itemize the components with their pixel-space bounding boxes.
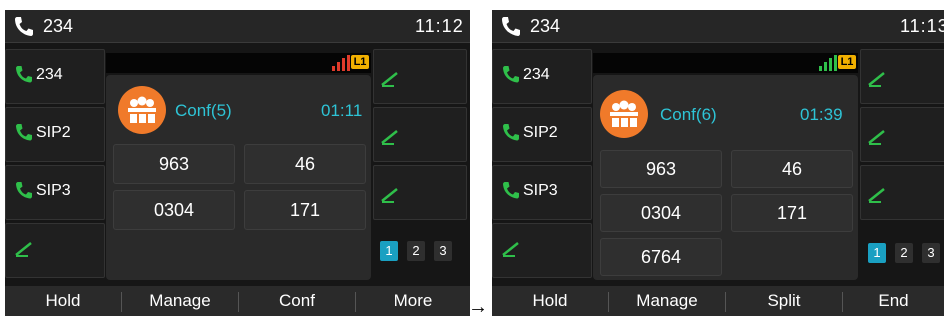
phone-icon (16, 182, 32, 199)
dss-key[interactable] (860, 107, 944, 162)
line-key-sip3[interactable]: SIP3 (5, 165, 105, 220)
participant[interactable]: 0304 (600, 194, 722, 232)
line-key-234[interactable]: 234 (492, 49, 592, 104)
signal-icon (332, 55, 350, 71)
call-timer: 01:11 (321, 101, 363, 120)
pencil-icon (868, 188, 885, 203)
pencil-icon (15, 242, 32, 257)
hold-softkey[interactable]: Hold (5, 286, 121, 316)
line-key-label: SIP3 (36, 182, 71, 199)
pencil-icon (381, 72, 398, 87)
page-3-button[interactable]: 3 (434, 241, 452, 261)
clock: 11:13 (900, 16, 944, 36)
signal-icon (819, 55, 837, 71)
phone-screen-before: 234 11:12 234 SIP2 SIP3 L1 Conf(5) 01:11… (5, 10, 470, 316)
pencil-icon (381, 130, 398, 145)
conference-icon (118, 86, 166, 134)
line-key-sip2[interactable]: SIP2 (5, 107, 105, 162)
page-1-button[interactable]: 1 (380, 241, 398, 261)
title-bar: 234 11:13 (492, 10, 944, 43)
line-key-234[interactable]: 234 (5, 49, 105, 104)
conf-softkey[interactable]: Conf (239, 286, 355, 316)
page-2-button[interactable]: 2 (895, 243, 913, 263)
line-key-sip3[interactable]: SIP3 (492, 165, 592, 220)
call-timer: 01:39 (800, 105, 843, 124)
pencil-icon (502, 242, 519, 257)
line-key-label: SIP3 (523, 182, 558, 199)
dss-key[interactable] (373, 107, 467, 162)
line-key-label: SIP2 (36, 124, 71, 141)
dss-key[interactable] (860, 165, 944, 220)
phone-icon (15, 17, 33, 36)
conference-title: Conf(6) (660, 105, 717, 124)
participant[interactable]: 0304 (113, 190, 235, 230)
line-key-empty[interactable] (492, 223, 592, 278)
line-key-label: 234 (36, 66, 63, 83)
page-2-button[interactable]: 2 (407, 241, 425, 261)
split-softkey[interactable]: Split (726, 286, 842, 316)
participant[interactable]: 46 (244, 144, 366, 184)
account-label: 234 (530, 16, 561, 36)
participant[interactable]: 6764 (600, 238, 722, 276)
page-3-button[interactable]: 3 (922, 243, 940, 263)
phone-icon (16, 66, 32, 83)
participant[interactable]: 963 (600, 150, 722, 188)
pencil-icon (868, 130, 885, 145)
participant[interactable]: 46 (731, 150, 853, 188)
clock: 11:12 (415, 16, 464, 36)
conference-icon (600, 90, 648, 138)
line-key-sip2[interactable]: SIP2 (492, 107, 592, 162)
account-badge: L1 (351, 55, 369, 69)
phone-icon (503, 66, 519, 83)
manage-softkey[interactable]: Manage (609, 286, 725, 316)
page-1-button[interactable]: 1 (868, 243, 886, 263)
participant[interactable]: 171 (731, 194, 853, 232)
account-label: 234 (43, 16, 74, 36)
more-softkey[interactable]: More (356, 286, 470, 316)
phone-icon (503, 182, 519, 199)
phone-icon (16, 124, 32, 141)
hold-softkey[interactable]: Hold (492, 286, 608, 316)
conference-title: Conf(5) (175, 101, 232, 120)
pencil-icon (381, 188, 398, 203)
account-badge: L1 (838, 55, 856, 69)
line-key-label: 234 (523, 66, 550, 83)
line-key-label: SIP2 (523, 124, 558, 141)
dss-key[interactable] (860, 49, 944, 104)
participant[interactable]: 963 (113, 144, 235, 184)
softkey-bar: Hold Manage Split End (492, 286, 944, 316)
dss-key[interactable] (373, 165, 467, 220)
phone-icon (503, 124, 519, 141)
title-bar: 234 11:12 (5, 10, 470, 43)
phone-screen-after: 234 11:13 234 SIP2 SIP3 L1 Conf(6) 01:39… (492, 10, 944, 316)
line-key-empty[interactable] (5, 223, 105, 278)
people-icon (610, 100, 638, 127)
manage-softkey[interactable]: Manage (122, 286, 238, 316)
participant[interactable]: 171 (244, 190, 366, 230)
softkey-bar: Hold Manage Conf More (5, 286, 470, 316)
end-softkey[interactable]: End (843, 286, 944, 316)
dss-key[interactable] (373, 49, 467, 104)
pencil-icon (868, 72, 885, 87)
people-icon (128, 96, 156, 123)
phone-icon (502, 17, 520, 36)
